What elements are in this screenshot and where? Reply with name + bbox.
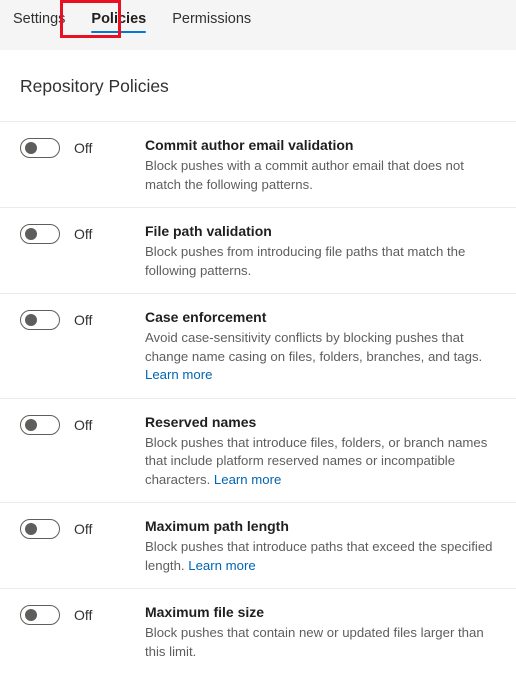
policy-text: Maximum file size Block pushes that conta… bbox=[145, 603, 500, 661]
policy-title: Maximum file size bbox=[145, 604, 265, 620]
toggle-knob-icon bbox=[25, 142, 37, 154]
policy-title: Commit author email validation bbox=[145, 137, 354, 153]
tab-settings-label: Settings bbox=[13, 11, 66, 27]
policy-description: Block pushes that introduce paths that e… bbox=[145, 538, 500, 575]
tab-permissions[interactable]: Permissions bbox=[159, 0, 264, 38]
policy-toggle-group: Off bbox=[20, 308, 145, 330]
policy-text: Case enforcement Avoid case-sensitivity c… bbox=[145, 308, 500, 385]
learn-more-link[interactable]: Learn more bbox=[214, 472, 281, 487]
policy-text: Maximum path length Block pushes that int… bbox=[145, 517, 500, 575]
tab-policies[interactable]: Policies bbox=[78, 0, 159, 38]
policy-row: Off Case enforcement Avoid case-sensitivit… bbox=[0, 294, 516, 398]
toggle-knob-icon bbox=[25, 314, 37, 326]
policy-toggle-state-label: Off bbox=[74, 416, 93, 433]
page-title: Repository Policies bbox=[20, 76, 169, 96]
policy-description-text: Block pushes from introducing file paths… bbox=[145, 244, 466, 278]
toggle-knob-icon bbox=[25, 523, 37, 535]
policy-toggle-state-label: Off bbox=[74, 312, 93, 328]
policy-description: Avoid case-sensitivity conflicts by bloc… bbox=[145, 329, 500, 385]
policy-row: Off Reserved names Block pushes that intro… bbox=[0, 399, 516, 503]
policy-toggle[interactable] bbox=[20, 138, 60, 158]
policy-text: Commit author email validation Block push… bbox=[145, 136, 500, 194]
policy-toggle-group: Off bbox=[20, 603, 145, 625]
learn-more-link[interactable]: Learn more bbox=[188, 558, 255, 573]
policy-toggle-group: Off bbox=[20, 517, 145, 539]
learn-more-link[interactable]: Learn more bbox=[145, 367, 212, 382]
policy-text: File path validation Block pushes from in… bbox=[145, 222, 500, 280]
policy-description-text: Block pushes that contain new or updated… bbox=[145, 625, 484, 659]
toggle-knob-icon bbox=[25, 418, 37, 431]
policy-row: Off Maximum file size Block pushes that co… bbox=[0, 589, 516, 674]
toggle-knob-icon bbox=[25, 609, 37, 621]
policy-title: File path validation bbox=[145, 223, 272, 239]
policy-description: Block pushes from introducing file paths… bbox=[145, 243, 500, 280]
policy-toggle[interactable] bbox=[20, 605, 60, 625]
tab-settings[interactable]: Settings bbox=[0, 0, 78, 38]
policy-toggle-group: Off bbox=[20, 222, 145, 244]
policies-content: Repository Policies Off Commit author ema… bbox=[0, 50, 516, 674]
policy-description-text: Avoid case-sensitivity conflicts by bloc… bbox=[145, 330, 483, 364]
policy-description-text: Block pushes that introduce files, folde… bbox=[145, 434, 488, 487]
policy-title: Case enforcement bbox=[145, 309, 267, 325]
policy-row: Off Maximum path length Block pushes that … bbox=[0, 503, 516, 588]
tab-selected-underline bbox=[91, 30, 147, 33]
policy-row: Off Commit author email validation Block p… bbox=[0, 122, 516, 207]
policy-toggle[interactable] bbox=[20, 310, 60, 330]
policy-toggle[interactable] bbox=[20, 519, 60, 539]
tab-permissions-label: Permissions bbox=[172, 11, 252, 27]
policy-row: Off File path validation Block pushes from… bbox=[0, 208, 516, 293]
policy-description: Block pushes with a commit author email … bbox=[145, 157, 500, 194]
policy-toggle[interactable] bbox=[20, 414, 60, 435]
policy-toggle-group: Off bbox=[20, 413, 145, 435]
tab-policies-label: Policies bbox=[91, 11, 147, 27]
policy-description-text: Block pushes with a commit author email … bbox=[145, 158, 464, 192]
policy-toggle-state-label: Off bbox=[74, 140, 93, 156]
policy-toggle-state-label: Off bbox=[74, 521, 93, 537]
policy-description: Block pushes that introduce files, folde… bbox=[145, 434, 500, 490]
tab-bar: Settings Policies Permissions bbox=[0, 0, 516, 50]
policy-list: Off Commit author email validation Block p… bbox=[0, 122, 516, 674]
policy-toggle[interactable] bbox=[20, 224, 60, 244]
policy-title: Maximum path length bbox=[145, 518, 289, 534]
toggle-knob-icon bbox=[25, 228, 37, 240]
policy-toggle-state-label: Off bbox=[74, 226, 93, 242]
policy-text: Reserved names Block pushes that introduc… bbox=[145, 413, 500, 490]
policy-title: Reserved names bbox=[145, 413, 257, 430]
policy-toggle-group: Off bbox=[20, 136, 145, 158]
policy-description: Block pushes that contain new or updated… bbox=[145, 624, 500, 661]
policy-toggle-state-label: Off bbox=[74, 607, 93, 623]
